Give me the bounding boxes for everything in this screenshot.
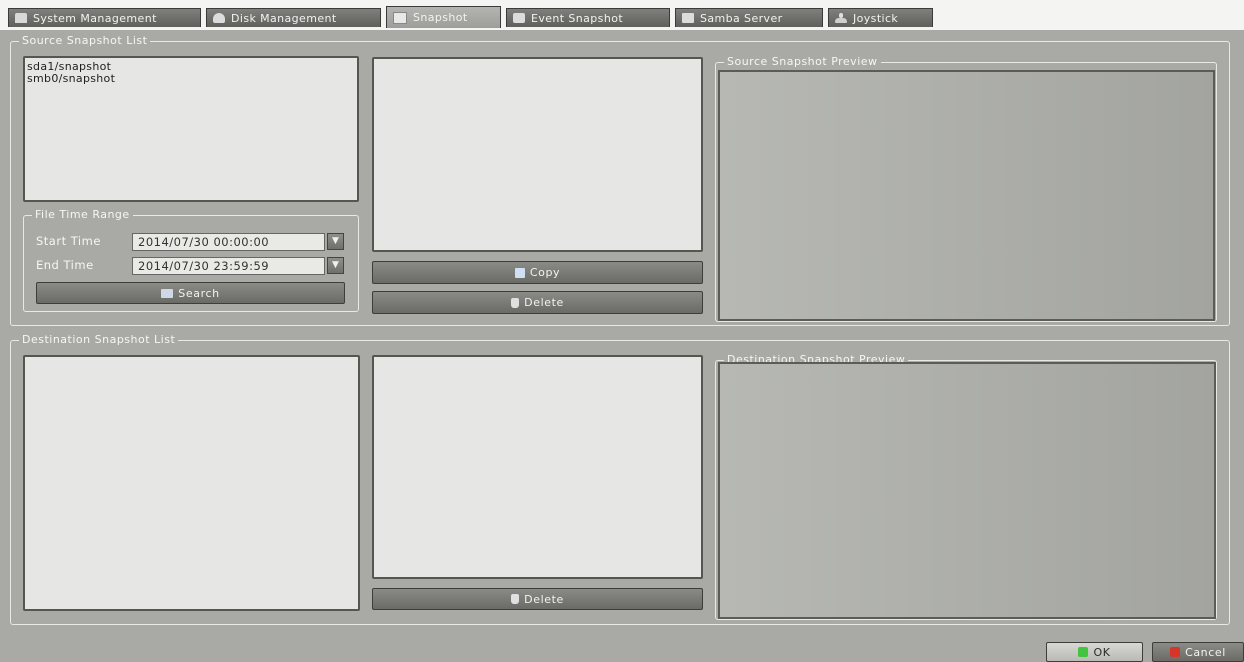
chevron-down-icon: ▼	[332, 236, 339, 246]
copy-button[interactable]: Copy	[372, 261, 703, 284]
file-time-range-title: File Time Range	[32, 208, 133, 222]
snapshot-icon	[393, 11, 407, 24]
tab-label: Disk Management	[231, 11, 337, 25]
ok-button[interactable]: OK	[1046, 642, 1143, 662]
cancel-icon	[1170, 647, 1181, 657]
destination-file-list[interactable]	[372, 355, 703, 579]
cancel-button[interactable]: Cancel	[1152, 642, 1244, 662]
chevron-down-icon: ▼	[332, 260, 339, 270]
ok-button-label: OK	[1093, 645, 1111, 659]
source-snapshot-list-title: Source Snapshot List	[19, 34, 151, 48]
tab-label: System Management	[33, 11, 157, 25]
delete-button-label: Delete	[524, 296, 564, 309]
source-snapshot-list[interactable]: sda1/snapshot smb0/snapshot	[23, 56, 359, 202]
tab-system-management[interactable]: System Management	[8, 8, 201, 27]
tab-event-snapshot[interactable]: Event Snapshot	[506, 8, 670, 27]
source-file-list[interactable]	[372, 57, 703, 252]
destination-snapshot-list[interactable]	[23, 355, 360, 611]
search-button-label: Search	[178, 286, 220, 300]
destination-delete-button[interactable]: Delete	[372, 588, 703, 610]
tab-samba-server[interactable]: Samba Server	[675, 8, 823, 27]
trash-icon	[511, 594, 520, 604]
joystick-icon	[835, 13, 847, 23]
tab-joystick[interactable]: Joystick	[828, 8, 933, 27]
source-preview-title: Source Snapshot Preview	[724, 55, 881, 69]
search-icon	[161, 288, 174, 298]
delete-button-label: Delete	[524, 592, 564, 606]
cancel-button-label: Cancel	[1185, 645, 1226, 659]
destination-snapshot-list-title: Destination Snapshot List	[19, 333, 179, 347]
start-time-dropdown[interactable]: ▼	[327, 233, 344, 250]
tab-bar: System Management Disk Management Snapsh…	[0, 0, 1244, 30]
start-time-label: Start Time	[36, 234, 101, 248]
samba-icon	[682, 13, 694, 23]
source-snapshot-preview	[718, 70, 1215, 321]
checkmark-icon	[1078, 647, 1089, 657]
trash-icon	[511, 297, 520, 308]
disk-icon	[213, 13, 225, 23]
destination-snapshot-preview	[718, 362, 1216, 619]
source-delete-button[interactable]: Delete	[372, 291, 703, 314]
copy-button-label: Copy	[529, 266, 561, 279]
tab-label: Joystick	[853, 11, 899, 25]
tab-label: Samba Server	[700, 11, 783, 25]
copy-icon	[514, 267, 525, 278]
end-time-label: End Time	[36, 258, 94, 272]
monitor-icon	[15, 13, 27, 23]
end-time-field[interactable]: 2014/07/30 23:59:59	[132, 257, 325, 275]
tab-label: Event Snapshot	[531, 11, 624, 25]
list-item[interactable]: smb0/snapshot	[25, 73, 357, 85]
start-time-field[interactable]: 2014/07/30 00:00:00	[132, 233, 325, 251]
tab-disk-management[interactable]: Disk Management	[206, 8, 381, 27]
tab-snapshot[interactable]: Snapshot	[386, 6, 501, 28]
tab-label: Snapshot	[413, 11, 468, 24]
search-button[interactable]: Search	[36, 282, 345, 304]
end-time-dropdown[interactable]: ▼	[327, 257, 344, 274]
event-snapshot-icon	[513, 13, 525, 23]
